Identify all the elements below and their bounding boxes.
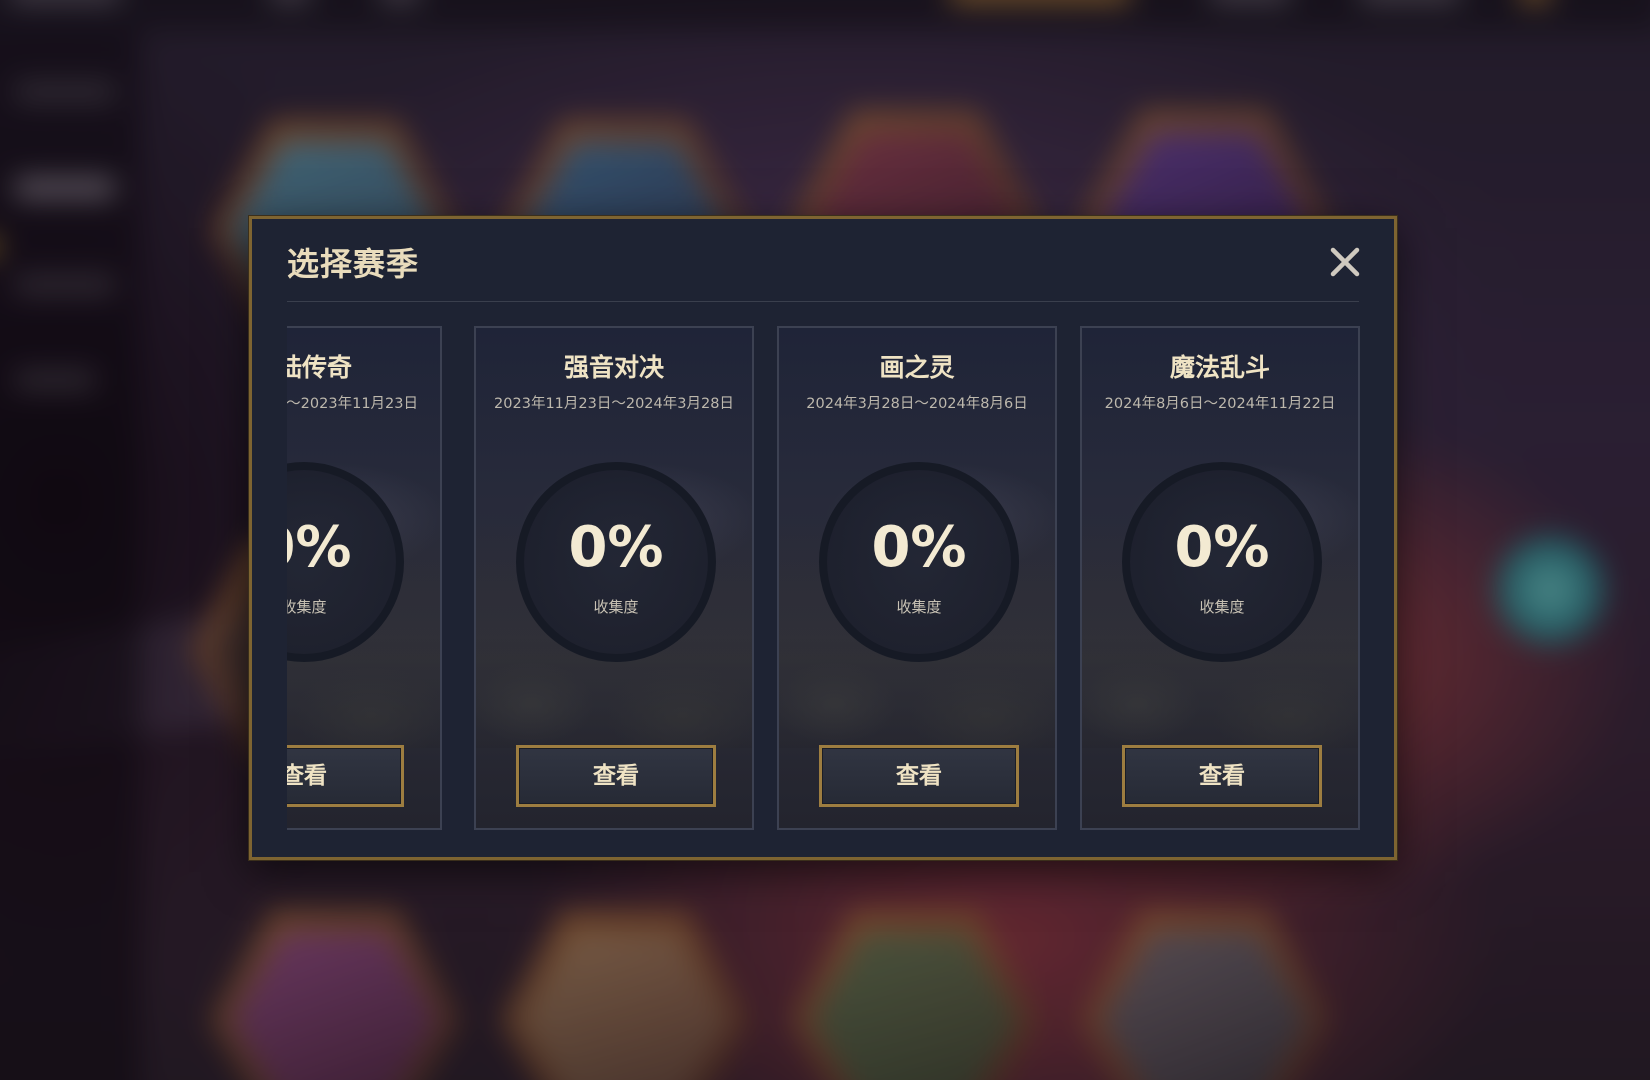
view-season-button[interactable]: 查看 <box>819 745 1019 807</box>
view-season-button[interactable]: 查看 <box>516 745 716 807</box>
season-name: 魔法乱斗 <box>1169 353 1270 382</box>
season-card: 魔法乱斗 2024年8月6日～2024年11月22日 0% 收集度 查看 <box>1080 326 1360 830</box>
collection-progress-ring: 0% 收集度 <box>1122 462 1322 662</box>
collection-percent: 0% <box>287 515 352 580</box>
collection-label: 收集度 <box>896 598 942 616</box>
close-icon <box>1330 247 1360 277</box>
season-dates: 日～2023年11月23日 <box>287 396 418 412</box>
dialog-divider <box>287 301 1359 302</box>
collection-label: 收集度 <box>287 598 327 616</box>
season-name: 大陆传奇 <box>287 353 352 382</box>
season-name: 强音对决 <box>563 353 664 382</box>
season-cards-carousel[interactable]: 大陆传奇 日～2023年11月23日 0% 收集度 查看 强音对决 2023年1… <box>287 326 1365 836</box>
season-dates: 2024年8月6日～2024年11月22日 <box>1104 396 1336 412</box>
collection-percent: 0% <box>568 515 664 580</box>
select-season-dialog: 选择赛季 大陆传奇 日～2023年11月23日 0% 收集度 查看 <box>249 216 1397 860</box>
collection-percent: 0% <box>871 515 967 580</box>
view-season-button[interactable]: 查看 <box>1122 745 1322 807</box>
collection-label: 收集度 <box>593 598 639 616</box>
season-dates: 2024年3月28日～2024年8月6日 <box>806 396 1028 412</box>
season-card: 画之灵 2024年3月28日～2024年8月6日 0% 收集度 查看 <box>777 326 1057 830</box>
season-name: 画之灵 <box>879 353 955 382</box>
close-button[interactable] <box>1328 245 1362 279</box>
season-card: 大陆传奇 日～2023年11月23日 0% 收集度 查看 <box>287 326 442 830</box>
view-season-button[interactable]: 查看 <box>287 745 404 807</box>
collection-progress-ring: 0% 收集度 <box>516 462 716 662</box>
season-card: 强音对决 2023年11月23日～2024年3月28日 0% 收集度 查看 <box>474 326 754 830</box>
collection-label: 收集度 <box>1199 598 1245 616</box>
screen: 选择赛季 大陆传奇 日～2023年11月23日 0% 收集度 查看 <box>0 0 1650 1080</box>
season-dates: 2023年11月23日～2024年3月28日 <box>494 396 734 412</box>
collection-progress-ring: 0% 收集度 <box>819 462 1019 662</box>
dialog-title: 选择赛季 <box>287 245 420 283</box>
collection-percent: 0% <box>1174 515 1270 580</box>
